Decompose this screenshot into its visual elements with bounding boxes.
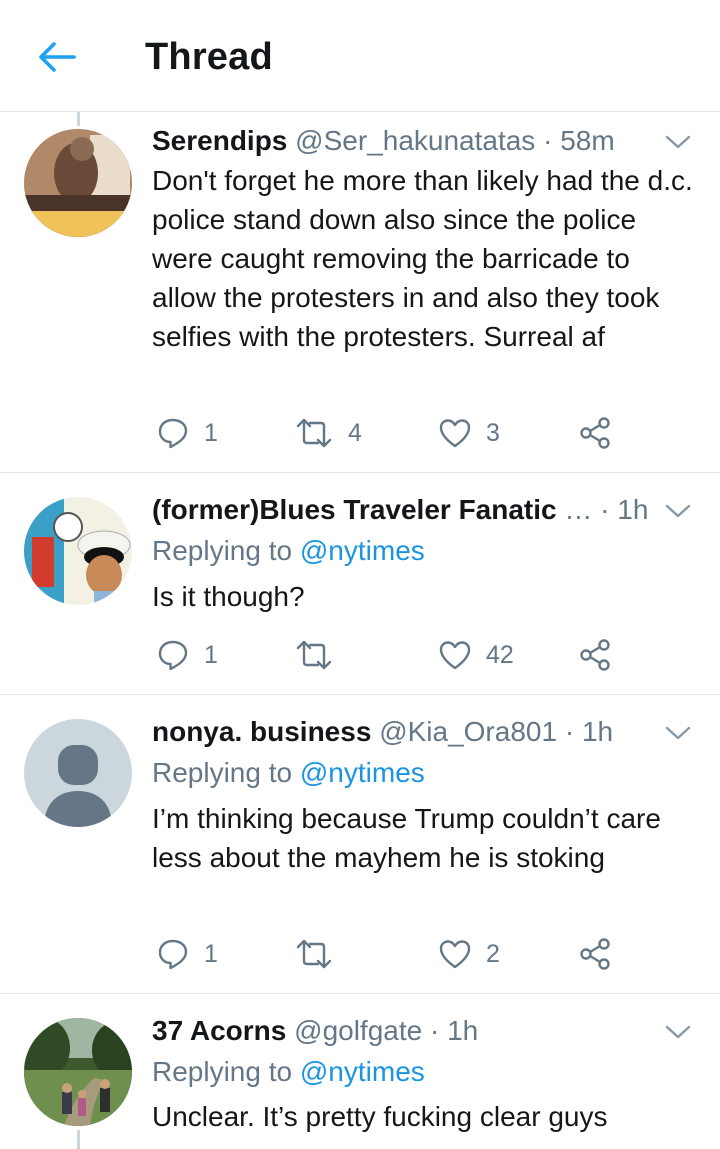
tweet-header: nonya. business @Kia_Ora801 · 1h	[152, 714, 650, 750]
separator-dot: ·	[564, 716, 575, 747]
tweet-item[interactable]: nonya. business @Kia_Ora801 · 1h Replyin…	[0, 695, 720, 994]
retweet-button[interactable]	[294, 934, 348, 974]
separator-dot: ·	[430, 1015, 440, 1046]
replying-to-label: Replying to	[152, 1056, 293, 1087]
like-button[interactable]: 3	[438, 413, 500, 453]
heart-icon	[439, 641, 471, 670]
share-icon	[580, 417, 610, 449]
tweet-text: Don't forget he more than likely had the…	[152, 165, 693, 352]
thread-line-top	[77, 112, 80, 126]
reply-count: 1	[204, 640, 218, 669]
user-handle[interactable]: @Ser_hakunatatas	[295, 125, 535, 156]
tweet-actions: 1 2	[152, 934, 632, 974]
timestamp: 1h	[447, 1015, 479, 1046]
chevron-down-icon	[665, 1025, 691, 1039]
retweet-button[interactable]	[294, 635, 348, 675]
tweet-item[interactable]: (former)Blues Traveler Fanatic … · 1h Re…	[0, 473, 720, 695]
reply-button[interactable]: 1	[156, 635, 218, 675]
reply-icon	[158, 418, 188, 449]
like-count: 2	[486, 939, 500, 968]
user-handle[interactable]: @Kia_Ora801	[379, 716, 557, 747]
avatar[interactable]	[24, 129, 132, 237]
share-button[interactable]	[578, 635, 612, 675]
reply-count: 1	[204, 418, 218, 447]
tweet-menu-button[interactable]	[664, 1022, 692, 1042]
timestamp: 1h	[581, 716, 614, 747]
tweet-text: I’m thinking because Trump couldn’t care…	[152, 803, 661, 873]
retweet-icon	[296, 640, 332, 670]
thread-line-bottom	[77, 1130, 80, 1149]
avatar[interactable]	[24, 719, 132, 827]
like-button[interactable]: 2	[438, 934, 500, 974]
tweet-header: 37 Acorns @golfgate · 1h	[152, 1013, 650, 1049]
timestamp: 1h	[617, 494, 649, 525]
default-avatar-icon	[24, 719, 132, 827]
tweet-menu-button[interactable]	[664, 501, 692, 521]
tweet-menu-button[interactable]	[664, 723, 692, 743]
reply-count: 1	[204, 939, 218, 968]
tweet-header: (former)Blues Traveler Fanatic … · 1h	[152, 492, 650, 528]
replying-to-label: Replying to	[152, 535, 293, 566]
like-count: 42	[486, 640, 514, 669]
reply-icon	[158, 939, 188, 970]
tweet-actions: 1 42	[152, 635, 632, 675]
tweet-text: Is it though?	[152, 581, 305, 612]
reply-button[interactable]: 1	[156, 934, 218, 974]
retweet-icon	[296, 418, 332, 448]
separator-dot: ·	[543, 125, 553, 156]
share-icon	[580, 639, 610, 671]
heart-icon	[439, 419, 471, 448]
page-title: Thread	[145, 36, 273, 78]
replying-to: Replying to @nytimes	[152, 1054, 425, 1090]
tweet-item[interactable]: Serendips @Ser_hakunatatas · 58m Don't f…	[0, 112, 720, 473]
retweet-button[interactable]: 4	[294, 413, 362, 453]
retweet-icon	[296, 939, 332, 969]
tweet-menu-button[interactable]	[664, 132, 692, 152]
display-name[interactable]: nonya. business	[152, 716, 371, 747]
heart-icon	[439, 940, 471, 969]
display-name[interactable]: Serendips	[152, 125, 287, 156]
mention-link[interactable]: @nytimes	[300, 1056, 425, 1087]
reply-icon	[158, 640, 188, 671]
share-button[interactable]	[578, 934, 612, 974]
user-handle[interactable]: …	[564, 494, 592, 525]
like-count: 3	[486, 418, 500, 447]
display-name[interactable]: (former)Blues Traveler Fanatic	[152, 494, 557, 525]
share-button[interactable]	[578, 413, 612, 453]
share-icon	[580, 938, 610, 970]
separator-dot: ·	[600, 494, 610, 525]
replying-to: Replying to @nytimes	[152, 755, 425, 791]
display-name[interactable]: 37 Acorns	[152, 1015, 286, 1046]
reply-button[interactable]: 1	[156, 413, 218, 453]
avatar[interactable]	[24, 497, 132, 605]
tweet-text: Unclear. It’s pretty fucking clear guys	[152, 1101, 608, 1132]
arrow-left-icon	[39, 42, 76, 72]
chevron-down-icon	[665, 726, 691, 740]
replying-to: Replying to @nytimes	[152, 533, 425, 569]
tweet-header: Serendips @Ser_hakunatatas · 58m	[152, 123, 650, 159]
mention-link[interactable]: @nytimes	[300, 535, 425, 566]
user-handle[interactable]: @golfgate	[294, 1015, 422, 1046]
mention-link[interactable]: @nytimes	[300, 757, 425, 788]
timestamp: 58m	[560, 125, 615, 156]
back-button[interactable]	[30, 34, 82, 80]
avatar[interactable]	[24, 1018, 132, 1126]
chevron-down-icon	[665, 504, 691, 518]
like-button[interactable]: 42	[438, 635, 514, 675]
tweet-actions: 1 4 3	[152, 413, 632, 453]
chevron-down-icon	[665, 135, 691, 149]
top-bar: Thread	[0, 0, 720, 112]
tweet-item[interactable]: 37 Acorns @golfgate · 1h Replying to @ny…	[0, 994, 720, 1149]
retweet-count: 4	[348, 418, 362, 447]
replying-to-label: Replying to	[152, 757, 293, 788]
